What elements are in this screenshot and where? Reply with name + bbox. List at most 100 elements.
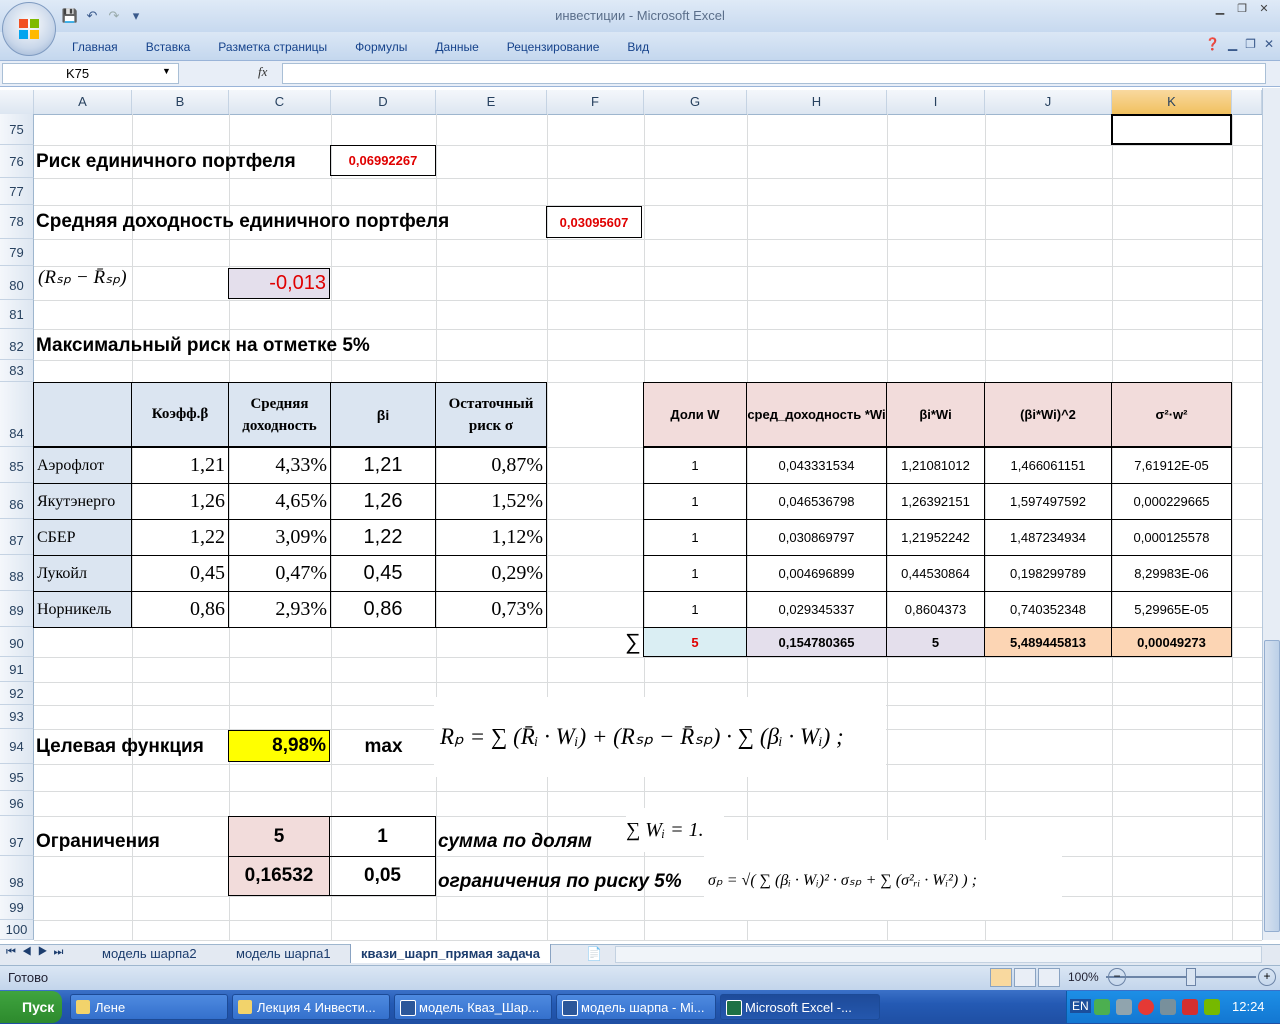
company-name[interactable]: СБЕР xyxy=(33,519,132,556)
beta-w-sq[interactable]: 1,487234934 xyxy=(984,519,1112,556)
rsp-diff-value[interactable]: -0,013 xyxy=(228,268,330,299)
bi-value[interactable]: 1,21 xyxy=(330,447,436,484)
zoom-slider-knob[interactable] xyxy=(1186,968,1196,986)
language-indicator[interactable]: EN xyxy=(1070,999,1091,1013)
avg-return-w[interactable]: 0,004696899 xyxy=(746,555,887,592)
network-icon[interactable] xyxy=(1094,999,1110,1015)
sheet-tab-sharpe1[interactable]: модель шарпа1 xyxy=(226,944,341,963)
tab-page-layout[interactable]: Разметка страницы xyxy=(204,38,341,56)
office-button[interactable] xyxy=(2,2,56,56)
constraint-risk-value[interactable]: 0,16532 xyxy=(228,856,330,896)
avg-return-w[interactable]: 0,030869797 xyxy=(746,519,887,556)
row-header-89[interactable]: 89 xyxy=(0,591,34,627)
share-w[interactable]: 1 xyxy=(643,519,747,556)
tab-insert[interactable]: Вставка xyxy=(132,38,205,56)
share-w[interactable]: 1 xyxy=(643,483,747,520)
page-layout-view-button[interactable] xyxy=(1014,968,1036,987)
zoom-out-icon[interactable]: − xyxy=(1108,968,1126,986)
bi-value[interactable]: 1,22 xyxy=(330,519,436,556)
normal-view-button[interactable] xyxy=(990,968,1012,987)
workbook-close-icon[interactable]: ✕ xyxy=(1264,37,1274,51)
column-header-e[interactable]: E xyxy=(436,90,547,114)
column-header-c[interactable]: C xyxy=(229,90,331,114)
bi-value[interactable]: 0,86 xyxy=(330,591,436,628)
vertical-scrollbar-thumb[interactable] xyxy=(1264,640,1280,932)
row-header-78[interactable]: 78 xyxy=(0,205,34,239)
row-header-93[interactable]: 93 xyxy=(0,705,34,729)
page-break-view-button[interactable] xyxy=(1038,968,1060,987)
row-header-86[interactable]: 86 xyxy=(0,483,34,519)
close-icon[interactable]: ✕ xyxy=(1254,2,1274,16)
sigma-w[interactable]: 0,000125578 xyxy=(1111,519,1232,556)
help-icon[interactable]: ❓ xyxy=(1205,37,1220,51)
restore-icon[interactable]: ❐ xyxy=(1232,2,1252,16)
row-header-84[interactable]: 84 xyxy=(0,382,34,447)
beta-w[interactable]: 1,26392151 xyxy=(886,483,985,520)
row-header-87[interactable]: 87 xyxy=(0,519,34,555)
column-header-k[interactable]: K xyxy=(1112,90,1232,114)
share-w[interactable]: 1 xyxy=(643,555,747,592)
row-header-94[interactable]: 94 xyxy=(0,729,34,764)
bi-value[interactable]: 1,26 xyxy=(330,483,436,520)
row-header-95[interactable]: 95 xyxy=(0,764,34,791)
beta-w[interactable]: 1,21952242 xyxy=(886,519,985,556)
column-header-a[interactable]: A xyxy=(34,90,132,114)
beta-w[interactable]: 0,44530864 xyxy=(886,555,985,592)
sheet-tab-quasi-sharpe[interactable]: квази_шарп_прямая задача xyxy=(350,944,552,963)
beta-w[interactable]: 1,21081012 xyxy=(886,447,985,484)
residual-risk-value[interactable]: 0,87% xyxy=(435,447,547,484)
column-header-l[interactable] xyxy=(1232,90,1262,114)
select-all-corner[interactable] xyxy=(0,90,34,114)
portfolio-return-value[interactable]: 0,03095607 xyxy=(546,206,642,238)
sheet-tab-sharpe2[interactable]: модель шарпа2 xyxy=(92,944,207,963)
company-name[interactable]: Аэрофлот xyxy=(33,447,132,484)
tab-formulas[interactable]: Формулы xyxy=(341,38,421,56)
avg-return-value[interactable]: 4,33% xyxy=(228,447,331,484)
tab-review[interactable]: Рецензирование xyxy=(493,38,614,56)
zoom-slider[interactable] xyxy=(1106,976,1256,978)
column-header-d[interactable]: D xyxy=(331,90,436,114)
row-header-96[interactable]: 96 xyxy=(0,791,34,816)
avg-return-w[interactable]: 0,029345337 xyxy=(746,591,887,628)
total-sigma-w[interactable]: 0,00049273 xyxy=(1111,627,1232,657)
residual-risk-value[interactable]: 0,29% xyxy=(435,555,547,592)
column-header-g[interactable]: G xyxy=(644,90,747,114)
total-beta-w-sq[interactable]: 5,489445813 xyxy=(984,627,1112,657)
row-header-97[interactable]: 97 xyxy=(0,816,34,856)
residual-risk-value[interactable]: 0,73% xyxy=(435,591,547,628)
residual-risk-value[interactable]: 1,52% xyxy=(435,483,547,520)
workbook-restore-icon[interactable]: ❐ xyxy=(1245,37,1256,51)
avg-return-value[interactable]: 4,65% xyxy=(228,483,331,520)
sigma-w[interactable]: 8,29983E-06 xyxy=(1111,555,1232,592)
sigma-w[interactable]: 5,29965E-05 xyxy=(1111,591,1232,628)
workbook-minimize-icon[interactable]: ▁ xyxy=(1228,37,1237,51)
column-header-b[interactable]: B xyxy=(132,90,229,114)
share-w[interactable]: 1 xyxy=(643,591,747,628)
row-header-82[interactable]: 82 xyxy=(0,329,34,360)
volume-icon[interactable] xyxy=(1116,999,1132,1015)
start-button[interactable]: Пуск xyxy=(0,991,62,1023)
taskbar-item-quasi-model[interactable]: модель Кваз_Шар... xyxy=(394,994,552,1020)
sheet-nav-icons[interactable]: ⏮◀▶⏭ xyxy=(6,946,69,959)
column-header-h[interactable]: H xyxy=(747,90,887,114)
taskbar-item-sharpe-model[interactable]: модель шарпа - Mi... xyxy=(556,994,716,1020)
row-header-99[interactable]: 99 xyxy=(0,896,34,920)
tab-home[interactable]: Главная xyxy=(58,38,132,56)
row-header-81[interactable]: 81 xyxy=(0,300,34,329)
printer-icon[interactable] xyxy=(1160,999,1176,1015)
row-header-98[interactable]: 98 xyxy=(0,856,34,896)
share-w[interactable]: 1 xyxy=(643,447,747,484)
constraint-sum-value[interactable]: 5 xyxy=(228,816,330,857)
tab-view[interactable]: Вид xyxy=(613,38,663,56)
taskbar-item-lecture[interactable]: Лекция 4 Инвести... xyxy=(232,994,390,1020)
beta-w-sq[interactable]: 0,198299789 xyxy=(984,555,1112,592)
beta-value[interactable]: 1,22 xyxy=(131,519,229,556)
avg-return-value[interactable]: 2,93% xyxy=(228,591,331,628)
constraint-sum-limit[interactable]: 1 xyxy=(329,816,436,857)
tab-data[interactable]: Данные xyxy=(421,38,492,56)
sigma-w[interactable]: 0,000229665 xyxy=(1111,483,1232,520)
name-box[interactable] xyxy=(2,63,179,84)
residual-risk-value[interactable]: 1,12% xyxy=(435,519,547,556)
total-shares[interactable]: 5 xyxy=(643,627,747,657)
zoom-level[interactable]: 100% xyxy=(1068,970,1099,984)
